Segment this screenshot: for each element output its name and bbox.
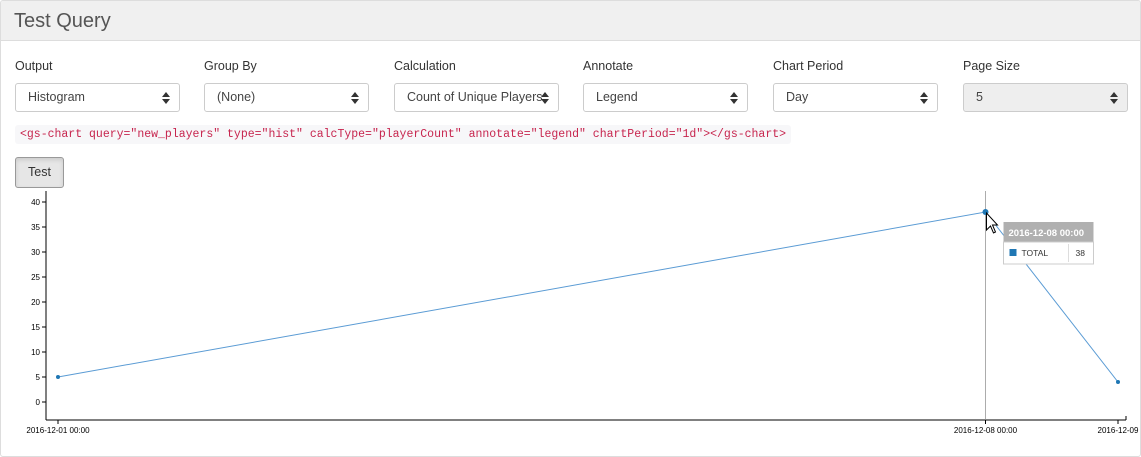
control-output: Output Histogram: [15, 58, 180, 112]
select-arrows-icon: [541, 92, 549, 104]
annotate-label: Annotate: [583, 59, 634, 73]
chart-period-select-value: Day: [786, 90, 809, 104]
control-page-size: Page Size 5: [963, 58, 1128, 112]
page-size-label: Page Size: [963, 59, 1020, 73]
test-button[interactable]: Test: [15, 157, 64, 188]
select-arrows-icon: [920, 92, 928, 104]
control-calculation: Calculation Count of Unique Players: [394, 58, 559, 112]
output-label: Output: [15, 59, 53, 73]
output-select[interactable]: Histogram: [15, 83, 180, 112]
mouse-cursor-icon: [986, 211, 999, 234]
series-line: [57, 211, 1119, 383]
page-size-select[interactable]: 5: [963, 83, 1128, 112]
y-tick-label: 5: [36, 373, 41, 382]
panel-heading: Test Query: [1, 1, 1140, 41]
group-by-select-value: (None): [217, 90, 256, 104]
y-tick-label: 20: [31, 298, 40, 307]
line-chart: 0 5 10 15 20 25 30 35 40 2016-12-01 00:00 2016-12-…: [26, 191, 1139, 435]
tooltip-series-name: TOTAL: [1022, 248, 1049, 258]
page-title: Test Query: [14, 10, 111, 32]
x-tick-label: 2016-12-01 00:00: [26, 426, 90, 435]
control-annotate: Annotate Legend: [583, 58, 748, 112]
query-panel: Test Query Output Histogram Group By (No…: [0, 0, 1141, 457]
y-tick-label: 30: [31, 248, 40, 257]
calculation-label: Calculation: [394, 59, 456, 73]
y-tick-label: 15: [31, 323, 40, 332]
tooltip-title: 2016-12-08 00:00: [1009, 228, 1085, 239]
chart-period-label: Chart Period: [773, 59, 844, 73]
select-arrows-icon: [1110, 92, 1118, 104]
select-arrows-icon: [730, 92, 738, 104]
group-by-select[interactable]: (None): [204, 83, 369, 112]
select-arrows-icon: [162, 92, 170, 104]
annotate-select-value: Legend: [596, 90, 638, 104]
data-point: [56, 375, 60, 379]
y-tick-label: 40: [31, 198, 40, 207]
chart-embed-code: <gs-chart query="new_players" type="hist…: [15, 125, 792, 144]
y-tick-label: 35: [31, 223, 40, 232]
tooltip-value: 38: [1076, 248, 1086, 258]
group-by-label: Group By: [204, 59, 257, 73]
y-tick-label: 10: [31, 348, 40, 357]
output-select-value: Histogram: [28, 90, 85, 104]
x-tick-label: 2016-12-08 00:00: [954, 426, 1018, 435]
control-group-by: Group By (None): [204, 58, 369, 112]
chart-period-select[interactable]: Day: [773, 83, 938, 112]
annotate-select[interactable]: Legend: [583, 83, 748, 112]
calculation-select-value: Count of Unique Players: [407, 90, 543, 104]
select-arrows-icon: [351, 92, 359, 104]
data-point: [1116, 380, 1120, 384]
y-tick-label: 0: [36, 398, 41, 407]
y-tick-label: 25: [31, 273, 40, 282]
chart-area: 0 5 10 15 20 25 30 35 40 2016-12-01 00:00 2016-12-…: [1, 189, 1140, 439]
page-size-select-value: 5: [976, 90, 983, 104]
tooltip-swatch: [1009, 249, 1017, 256]
query-controls: Output Histogram Group By (None) Calcula…: [15, 58, 1131, 116]
control-chart-period: Chart Period Day: [773, 58, 938, 112]
calculation-select[interactable]: Count of Unique Players: [394, 83, 559, 112]
x-tick-label: 2016-12-09: [1098, 426, 1139, 435]
